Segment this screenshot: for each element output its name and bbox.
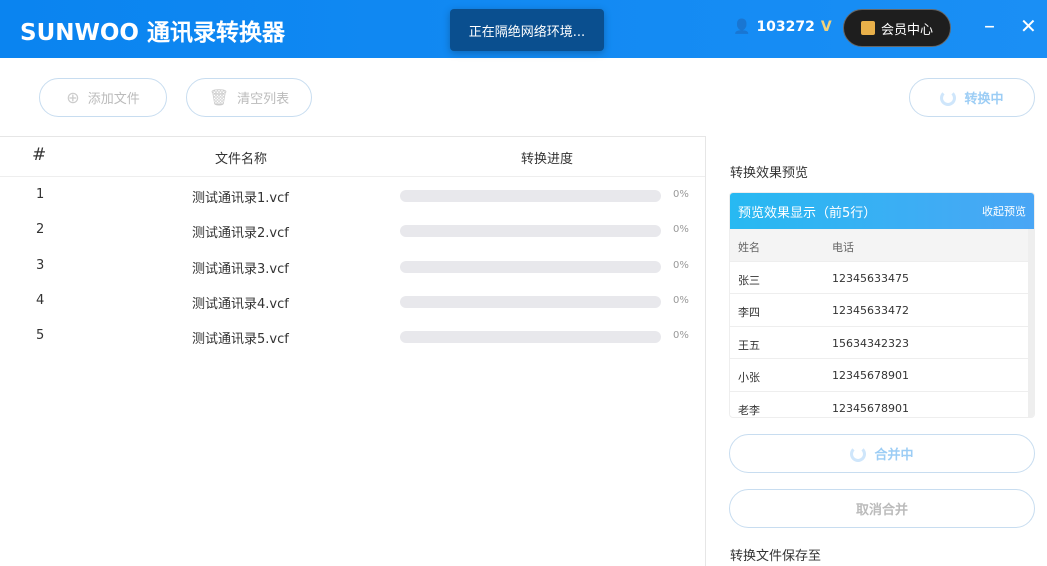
spinner-icon: [850, 445, 867, 462]
title-bar: SUNWOO 通讯录转换器 正在隔绝网络环境... 👤 103272 V 会员中心 …: [0, 0, 1047, 58]
vip-center-button[interactable]: 会员中心: [843, 9, 951, 47]
contact-phone: 12345633472: [832, 304, 909, 317]
convert-label: 转换中: [964, 92, 1004, 107]
app-logo: SUNWOO 通讯录转换器: [20, 20, 285, 46]
cancel-merge-button[interactable]: 取消合并: [729, 489, 1035, 528]
collapse-preview-button[interactable]: 收起预览: [982, 203, 1026, 219]
user-icon: 👤: [733, 19, 751, 35]
convert-button[interactable]: 转换中: [909, 78, 1035, 117]
progress-bar: [400, 190, 661, 202]
progress-percent: 0%: [673, 330, 689, 342]
progress-percent: 0%: [673, 294, 689, 306]
col-filename: 文件名称: [215, 152, 268, 167]
col-progress: 转换进度: [521, 152, 574, 167]
contact-name: 张三: [738, 273, 760, 287]
table-row[interactable]: 2 测试通讯录2.vcf 0%: [0, 212, 705, 247]
contact-name: 老李: [738, 403, 760, 417]
file-name: 测试通讯录4.vcf: [192, 296, 289, 312]
merging-button[interactable]: 合并中: [729, 434, 1035, 473]
add-file-icon: ⊕: [66, 88, 80, 107]
preview-header-label: 预览效果显示（前5行）: [738, 205, 877, 221]
col-phone: 电话: [832, 241, 854, 254]
table-row[interactable]: 4 测试通讯录4.vcf 0%: [0, 283, 705, 318]
contact-phone: 12345633475: [832, 271, 909, 285]
table-row[interactable]: 1 测试通讯录1.vcf 0%: [0, 177, 705, 212]
clear-list-button[interactable]: 🗑 清空列表: [186, 78, 312, 117]
row-index: 5: [36, 328, 45, 344]
divider: [705, 136, 706, 566]
add-file-button[interactable]: ⊕ 添加文件: [39, 78, 167, 117]
minimize-button[interactable]: –: [984, 14, 995, 39]
contact-phone: 15634342323: [832, 336, 909, 350]
contact-name: 王五: [738, 338, 760, 352]
progress-bar: [400, 331, 661, 344]
file-name: 测试通讯录2.vcf: [192, 226, 289, 242]
col-index: #: [32, 145, 47, 165]
preview-title: 转换效果预览: [730, 166, 809, 181]
clear-list-label: 清空列表: [237, 92, 290, 107]
progress-percent: 0%: [673, 259, 689, 271]
preview-row: 小张 12345678901: [730, 359, 1034, 392]
row-index: 2: [36, 222, 45, 238]
contact-phone: 12345678901: [832, 401, 909, 415]
add-file-label: 添加文件: [87, 92, 140, 107]
scrollbar[interactable]: [1028, 229, 1034, 417]
preview-header: 预览效果显示（前5行） 收起预览: [730, 193, 1034, 229]
preview-row: 老李 12345678901: [730, 392, 1034, 418]
file-name: 测试通讯录1.vcf: [192, 191, 289, 206]
close-button[interactable]: ✕: [1020, 14, 1037, 38]
contact-name: 小张: [738, 371, 760, 384]
file-name: 测试通讯录3.vcf: [192, 261, 289, 277]
merging-label: 合并中: [874, 448, 914, 463]
preview-row: 李四 12345633472: [730, 294, 1034, 327]
preview-col-header: 姓名 电话: [730, 229, 1034, 262]
divider: [0, 136, 705, 137]
progress-percent: 0%: [673, 224, 689, 236]
table-row[interactable]: 5 测试通讯录5.vcf 0%: [0, 318, 705, 353]
progress-bar: [400, 295, 661, 308]
status-toast: 正在隔绝网络环境...: [450, 9, 604, 51]
preview-row: 张三 12345633475: [730, 262, 1034, 294]
v-badge-icon: V: [820, 19, 832, 35]
preview-row: 王五 15634342323: [730, 327, 1034, 359]
contact-phone: 12345678901: [832, 369, 909, 382]
progress-bar: [400, 260, 661, 273]
crown-icon: [860, 21, 875, 35]
row-index: 4: [36, 292, 45, 308]
contact-name: 李四: [738, 306, 760, 319]
row-index: 1: [36, 187, 45, 202]
trash-icon: 🗑: [208, 88, 230, 107]
preview-panel: 预览效果显示（前5行） 收起预览 姓名 电话 张三 12345633475 李四 1234…: [729, 192, 1035, 418]
table-row[interactable]: 3 测试通讯录3.vcf 0%: [0, 248, 705, 283]
user-id: 103272: [756, 19, 815, 35]
spinner-icon: [940, 89, 957, 106]
save-to-label: 转换文件保存至: [730, 549, 822, 564]
progress-percent: 0%: [673, 189, 689, 200]
progress-bar: [400, 225, 661, 238]
vip-label: 会员中心: [880, 22, 933, 38]
user-info[interactable]: 👤 103272 V: [733, 19, 832, 35]
file-name: 测试通讯录5.vcf: [192, 332, 289, 348]
col-name: 姓名: [738, 241, 760, 254]
row-index: 3: [36, 257, 45, 273]
